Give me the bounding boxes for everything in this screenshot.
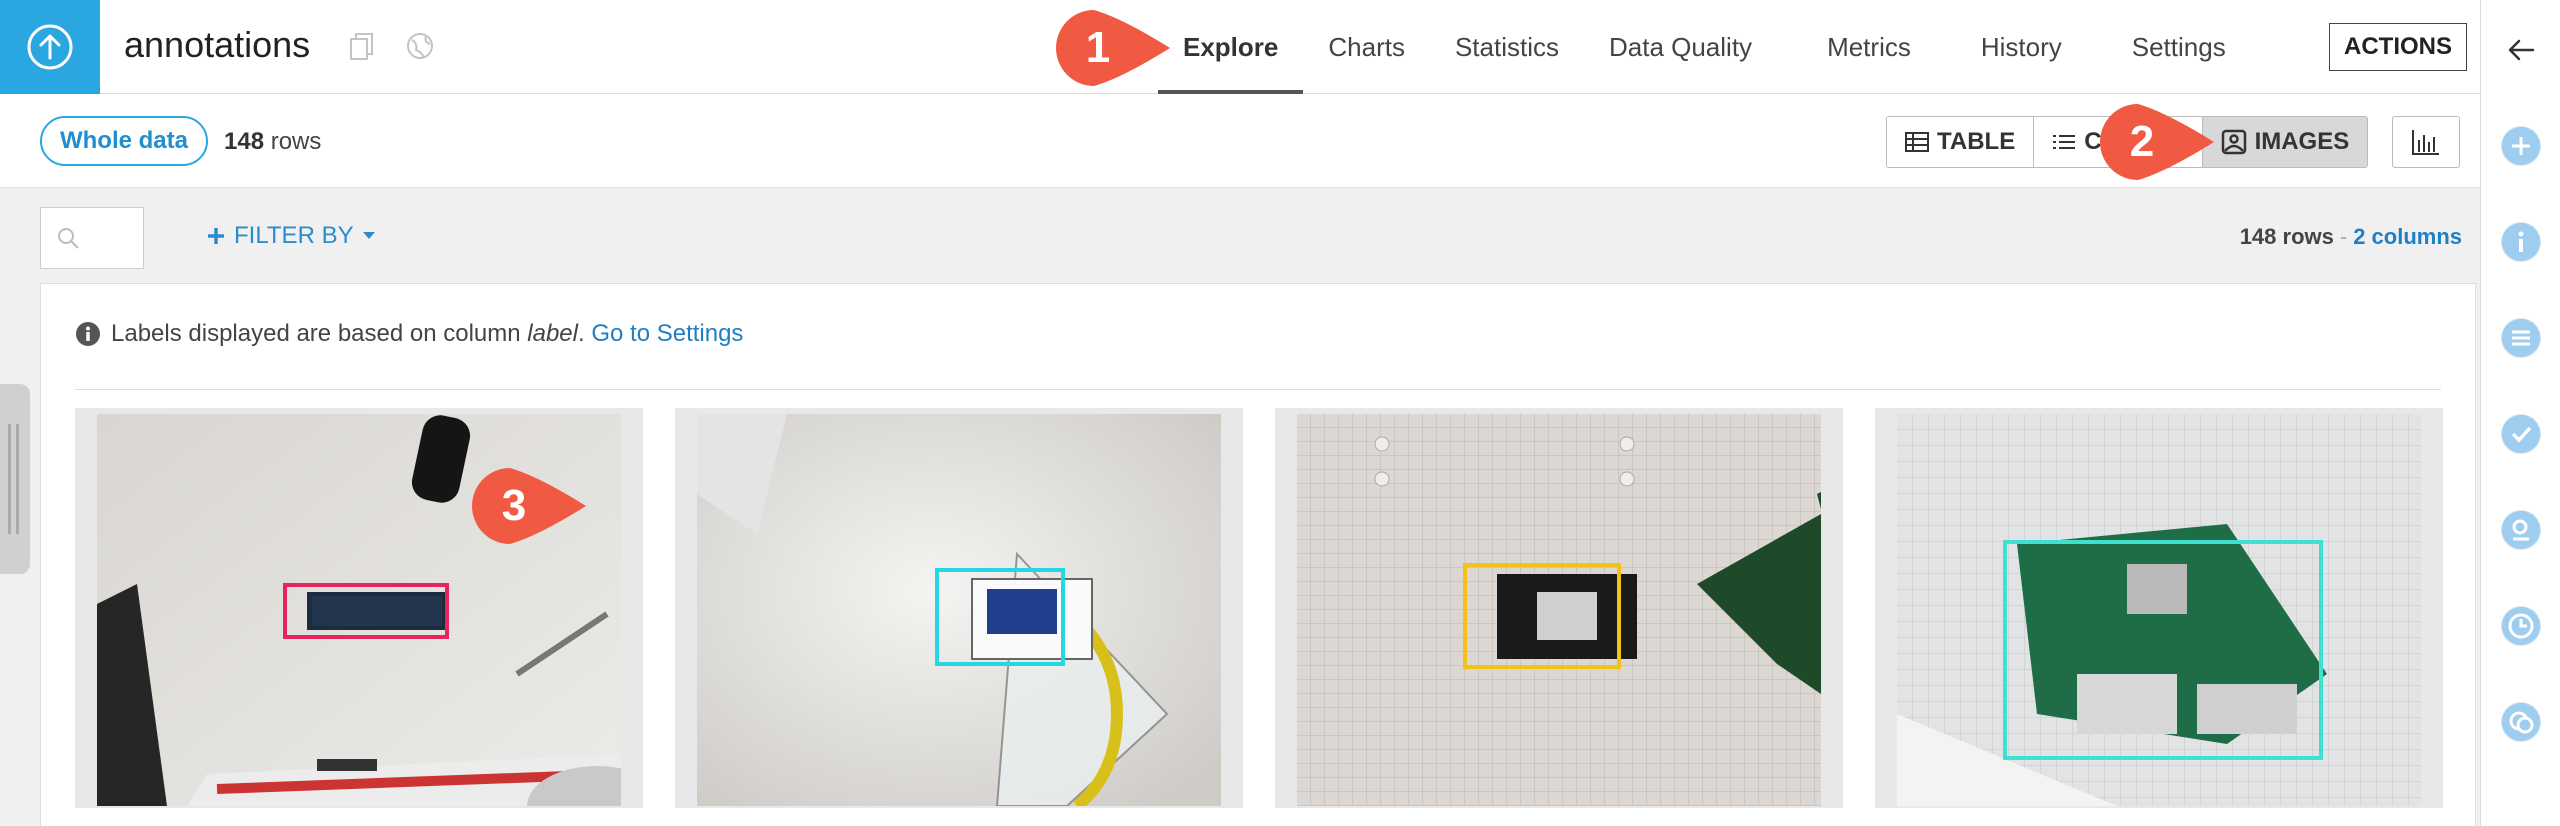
check-icon[interactable]	[2501, 414, 2541, 454]
images-panel: Labels displayed are based on column lab…	[40, 283, 2476, 826]
image-card[interactable]	[1875, 408, 2443, 808]
tab-explore[interactable]: Explore	[1158, 0, 1304, 94]
search-icon	[58, 228, 79, 249]
left-panel-handle[interactable]	[0, 384, 30, 574]
search-input[interactable]	[40, 207, 144, 269]
rows-count-word: rows	[270, 128, 322, 155]
rows-count-value: 148	[224, 128, 265, 155]
callout-marker: 3	[468, 464, 588, 548]
labels-info: Labels displayed are based on column lab…	[75, 320, 743, 348]
tab-history[interactable]: History	[1956, 0, 2107, 94]
tab-metrics[interactable]: Metrics	[1802, 0, 1956, 94]
info-column: label	[527, 320, 578, 347]
info-icon	[76, 322, 100, 346]
app: annotations Explore Charts Statistics Da…	[0, 0, 2560, 826]
main-content: FILTER BY 148 rows -2 columns Labels disp…	[0, 188, 2480, 826]
columns-link[interactable]: 2 columns	[2353, 224, 2462, 249]
rows-label: 148 rows	[2239, 224, 2334, 249]
top-navbar: annotations Explore Charts Statistics Da…	[0, 0, 2480, 94]
tab-settings[interactable]: Settings	[2107, 0, 2251, 94]
images-view-button[interactable]: IMAGES	[2202, 117, 2368, 167]
sample-selector-button[interactable]: Whole data	[40, 116, 208, 166]
bounding-box	[2003, 540, 2323, 760]
image-card[interactable]	[675, 408, 1243, 808]
callout-marker: 1	[1052, 6, 1172, 90]
filter-by-label: FILTER BY	[234, 222, 354, 249]
bounding-box	[1463, 563, 1621, 669]
table-view-label: TABLE	[1937, 128, 2016, 155]
arrow-left-icon[interactable]	[2503, 32, 2539, 68]
table-icon	[1905, 132, 1929, 152]
clock-icon[interactable]	[2501, 606, 2541, 646]
discussions-icon[interactable]	[2501, 702, 2541, 742]
table-view-button[interactable]: TABLE	[1887, 117, 2035, 167]
callout-marker: 2	[2096, 100, 2216, 184]
copy-icon[interactable]	[346, 30, 378, 62]
image-card[interactable]	[1275, 408, 1843, 808]
rows-count: 148 rows	[224, 128, 321, 156]
bar-chart-icon	[2412, 130, 2439, 155]
image-icon	[2221, 129, 2246, 155]
right-sidebar	[2480, 0, 2560, 826]
upload-arrow-icon	[27, 24, 73, 70]
plus-icon[interactable]	[2501, 126, 2541, 166]
images-view-label: IMAGES	[2254, 128, 2350, 155]
chart-toggle-button[interactable]	[2392, 116, 2460, 168]
separator: -	[2339, 224, 2348, 249]
tab-bar: Explore Charts Statistics Data Quality M…	[1158, 0, 2251, 94]
list-details-icon[interactable]	[2501, 318, 2541, 358]
info-icon[interactable]	[2501, 222, 2541, 262]
callout-number: 1	[1085, 23, 1111, 72]
bounding-box	[935, 568, 1065, 666]
info-suffix: .	[578, 320, 585, 347]
callout-number: 2	[2129, 117, 2155, 166]
filter-by-button[interactable]: FILTER BY	[206, 222, 376, 250]
bounding-box	[283, 583, 449, 639]
plus-icon	[208, 228, 224, 244]
tab-statistics[interactable]: Statistics	[1430, 0, 1584, 94]
tab-charts[interactable]: Charts	[1303, 0, 1430, 94]
row-column-count: 148 rows -2 columns	[2240, 224, 2462, 250]
globe-icon[interactable]	[404, 30, 436, 62]
go-to-settings-link[interactable]: Go to Settings	[591, 320, 743, 347]
dataset-title: annotations	[124, 24, 311, 65]
caret-down-icon	[362, 232, 375, 239]
list-icon	[2053, 135, 2076, 149]
lab-icon[interactable]	[2501, 510, 2541, 550]
callout-number: 3	[501, 481, 527, 530]
tab-data-quality[interactable]: Data Quality	[1584, 0, 1802, 94]
divider	[75, 389, 2441, 390]
image-grid	[75, 408, 2443, 808]
info-prefix: Labels displayed are based on column	[111, 320, 521, 347]
actions-button[interactable]: ACTIONS	[2329, 23, 2467, 71]
home-button[interactable]	[0, 0, 100, 94]
